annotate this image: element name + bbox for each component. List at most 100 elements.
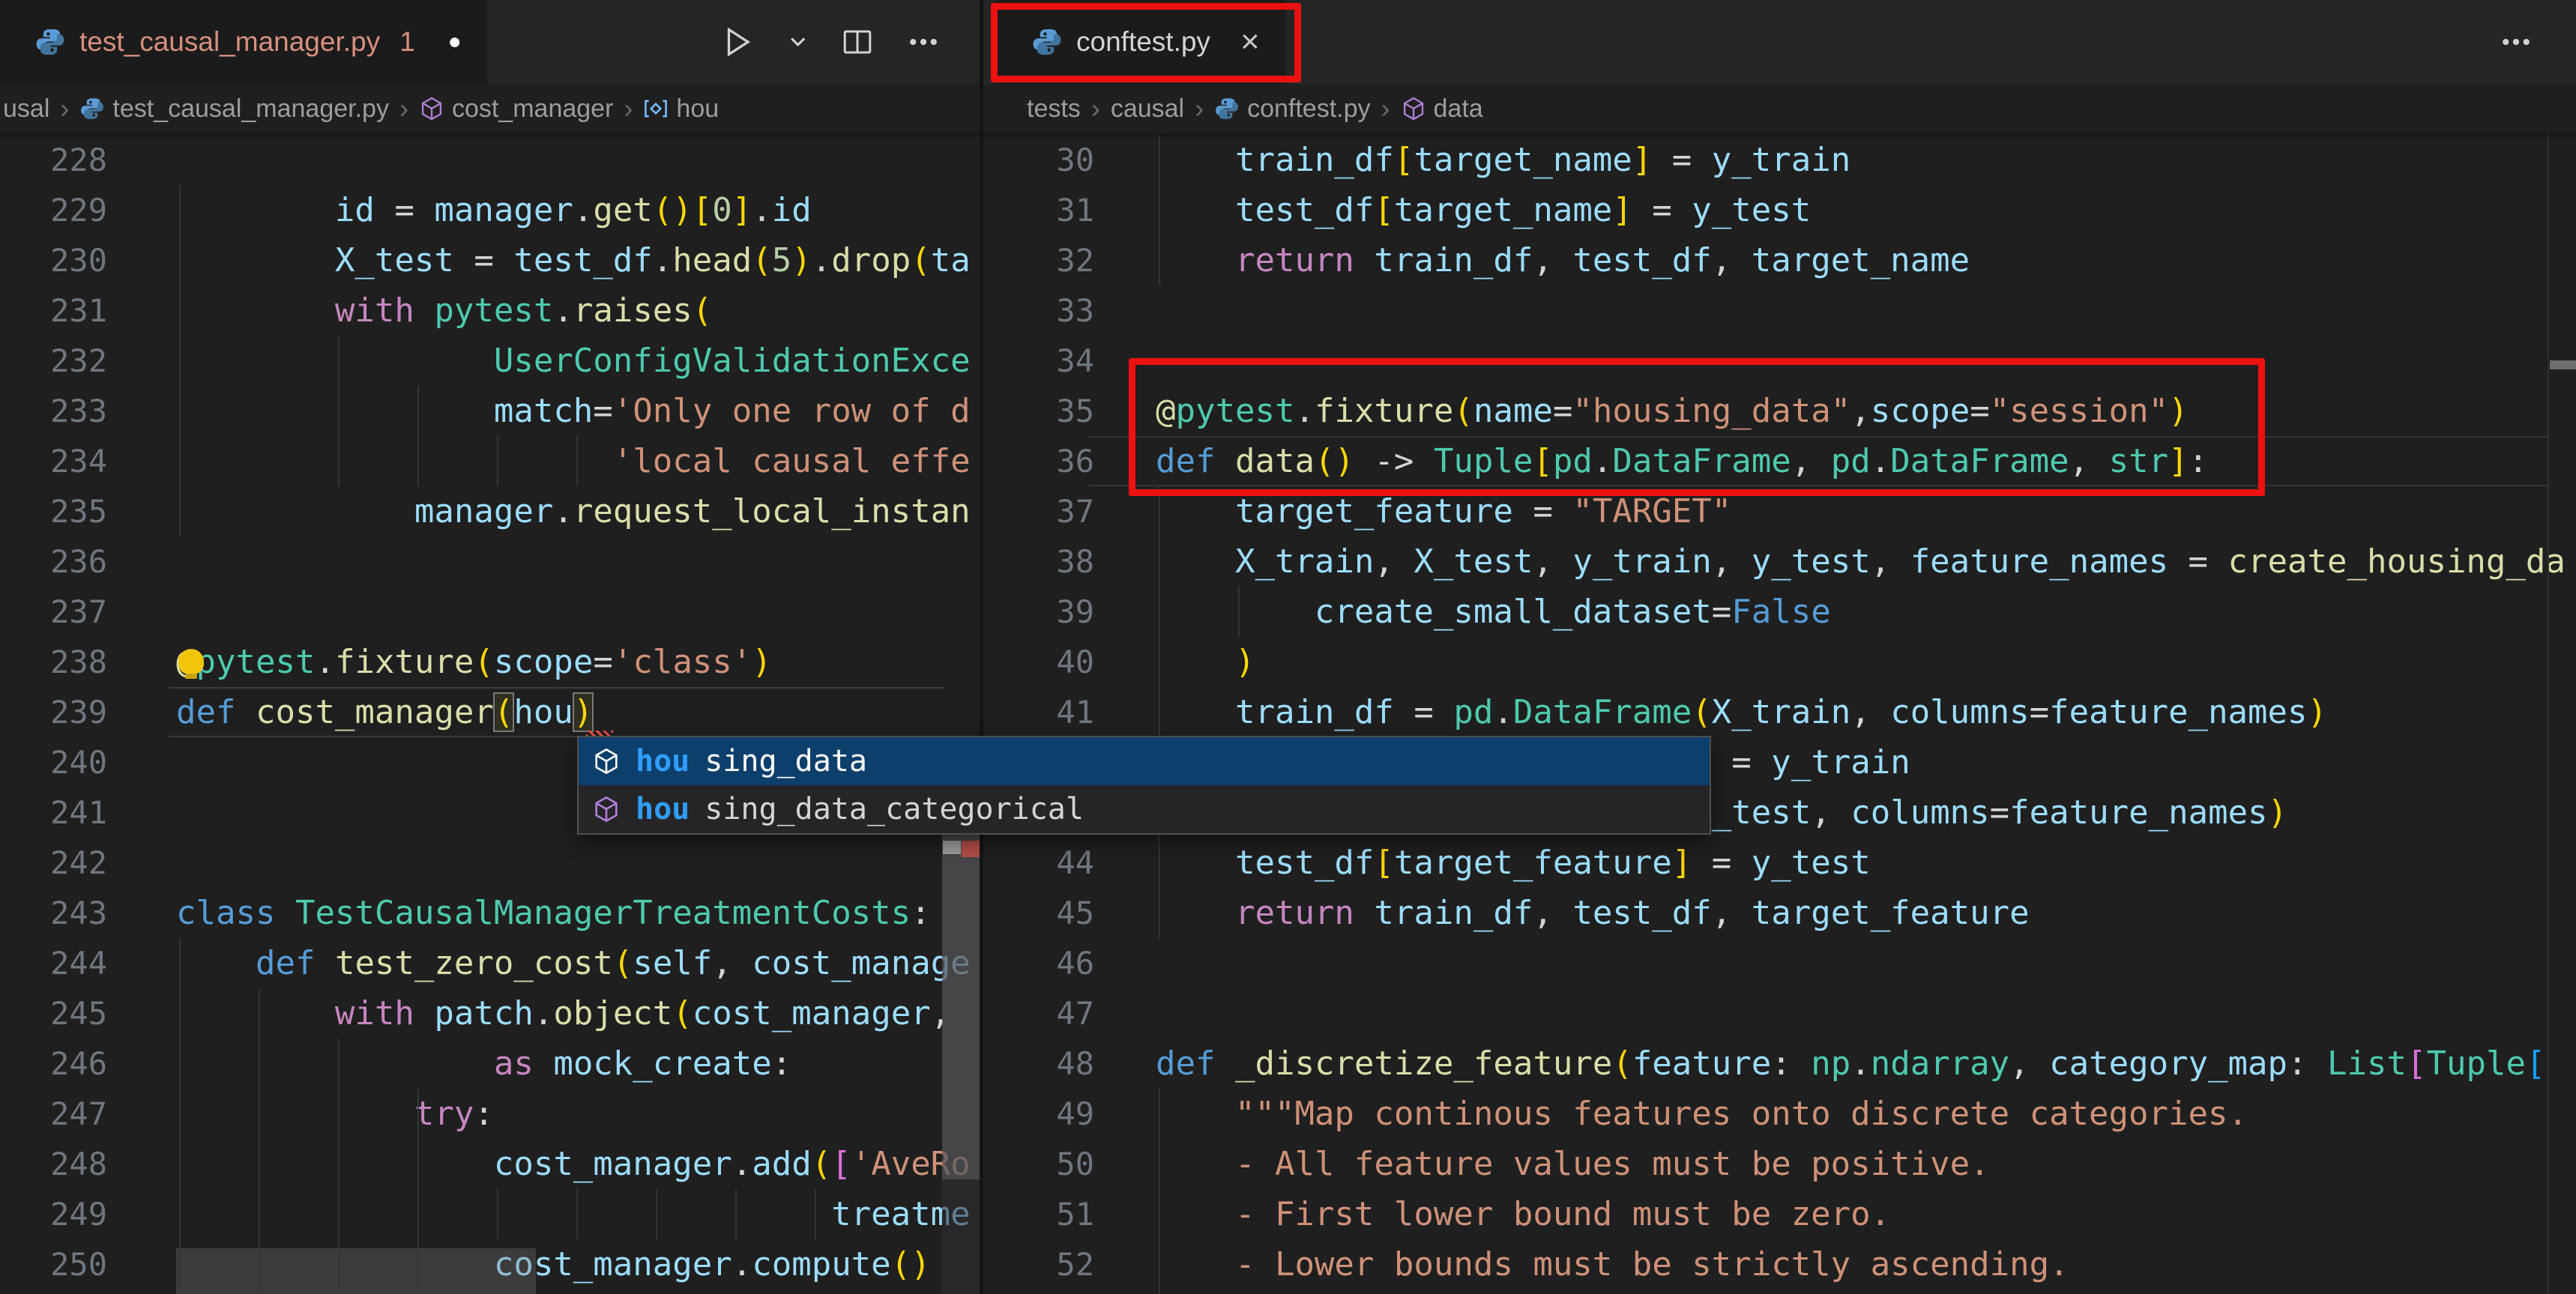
code-line[interactable]: X_test = test_df.head(5).drop(ta [176,235,971,285]
tab-test-causal-manager[interactable]: test_causal_manager.py 1 ● [0,0,487,84]
code-line[interactable]: match='Only one row of d [176,386,971,436]
code-line[interactable]: id = manager.get()[0].id [176,185,971,235]
lightbulb-icon[interactable] [178,649,204,679]
code-line[interactable]: test_df[target_feature] = y_test [1156,838,2566,888]
more-actions-button[interactable] [907,25,940,58]
code-line[interactable] [1156,285,2566,336]
code-line[interactable]: def _discretize_feature(feature: np.ndar… [1156,1038,2566,1089]
code-line[interactable]: return train_df, test_df, target_name [1156,235,2566,285]
code-line[interactable] [176,587,971,637]
code-token: . [652,241,673,279]
code-token: 'local causal effe [612,442,971,480]
code-token: , [1711,241,1752,279]
code-token: = [593,643,613,681]
breadcrumb-item-data[interactable]: data [1401,94,1483,124]
run-dropdown-button[interactable] [788,31,808,52]
line-number: 244 [50,945,107,982]
code-line[interactable] [176,838,971,888]
suggestion-item-housing_data[interactable]: hou sing_data [579,737,1710,785]
code-token: object [553,994,673,1033]
code-line[interactable]: UserConfigValidationExce [176,336,971,386]
run-button[interactable] [719,24,755,60]
code-token: ( [1692,693,1712,731]
code-line[interactable] [176,135,971,185]
code-token: . [732,1145,752,1183]
code-line[interactable]: as mock_create: [176,1038,971,1089]
code-line[interactable]: """Map continous features onto discrete … [1156,1089,2566,1139]
code-token: _discretize_feature [1234,1044,1613,1083]
code-token: = [593,392,613,430]
more-actions-button[interactable] [2500,25,2533,58]
code-line[interactable]: 'local causal effe [176,436,971,486]
code-token: ] [1632,141,1653,179]
code-line[interactable]: return train_df, test_df, target_feature [1156,888,2566,938]
code-line[interactable]: train_df[target_name] = y_train [1156,135,2566,185]
modified-dot-icon[interactable]: ● [448,29,462,55]
python-icon [1214,96,1240,121]
code-line[interactable]: cost_manager.add(['AveRo [176,1139,971,1189]
code-token: np [1811,1044,1851,1083]
breadcrumb-item-hou[interactable]: hou [643,94,719,124]
code-line[interactable]: class TestCausalManagerTreatmentCosts: [176,888,971,938]
breadcrumb-item-tests[interactable]: tests [1027,94,1081,124]
code-line[interactable]: """ [1156,1290,2566,1294]
code-line[interactable]: - First lower bound must be zero. [1156,1189,2566,1239]
breadcrumb-item-usal[interactable]: usal [3,94,49,124]
code-line[interactable]: @pytest.fixture(scope='class') [176,637,971,687]
breadcrumb-item-causal[interactable]: causal [1111,94,1184,124]
breadcrumb-label: cost_manager [451,94,614,123]
code-line[interactable]: train_df = pd.DataFrame(X_train, columns… [1156,687,2566,737]
code-token: . [1850,1044,1871,1083]
code-line[interactable]: def test_zero_cost(self, cost_manage [176,938,971,988]
code-line[interactable]: with patch.object(cost_manager, [176,988,971,1038]
code-line[interactable]: def cost_manager(hou) [176,687,971,737]
indent-guide [497,1189,498,1239]
code-editor-right[interactable]: 3031323334353637383940414243444546474849… [983,133,2576,1294]
code-line[interactable]: treatme [176,1189,971,1239]
breadcrumb-item-cost-manager[interactable]: cost_manager [419,94,613,124]
editor-group-sash[interactable] [980,0,983,1294]
code-line[interactable]: manager.request_local_instan [176,486,971,536]
breadcrumb-item-test-causal-manager-py[interactable]: test_causal_manager.py [79,94,389,124]
code-line[interactable]: - All feature values must be positive. [1156,1139,2566,1189]
code-token: train_df [1374,894,1533,932]
code-token: target_name [1393,191,1613,229]
code-token: train_df [1234,693,1394,731]
code-line[interactable] [176,536,971,587]
code-line[interactable]: X_train, X_test, y_train, y_test, featur… [1156,536,2566,587]
indent-guide [338,336,340,486]
code-line[interactable]: test_df[target_name] = y_test [1156,185,2566,235]
suggestion-item-housing_data_categorical[interactable]: hou sing_data_categorical [579,785,1710,833]
code-token: : [1771,1044,1812,1083]
code-line[interactable] [1156,938,2566,988]
vertical-scrollbar-thumb[interactable] [942,835,980,1179]
chevron-down-icon [790,37,805,47]
line-number: 52 [1056,1246,1094,1283]
code-line[interactable]: create_small_dataset=False [1156,587,2566,637]
code-line[interactable]: try: [176,1089,971,1139]
line-number: 33 [1056,292,1094,329]
breadcrumb-item-conftest-py[interactable]: conftest.py [1214,94,1371,124]
code-token: match [493,392,594,430]
split-editor-button[interactable] [841,25,874,58]
code-editor-left[interactable]: 228 229 230 231 232 233 234 235 236 237 238 239 240 2… [0,133,983,1294]
code-token: test_df [1234,844,1375,882]
split-editor-icon [843,30,872,54]
code-line[interactable]: - Lower bounds must be strictly ascendin… [1156,1239,2566,1290]
symbol-variable-icon [643,96,669,121]
code-line[interactable]: ) [1156,637,2566,687]
code-line[interactable] [1156,988,2566,1038]
code-token: - First lower bound must be zero. [1234,1195,1891,1233]
code-token: train_df [1374,241,1533,279]
code-token: , [1850,693,1891,731]
code-line[interactable]: with pytest.raises( [176,285,971,336]
horizontal-scrollbar-thumb[interactable] [176,1248,536,1294]
